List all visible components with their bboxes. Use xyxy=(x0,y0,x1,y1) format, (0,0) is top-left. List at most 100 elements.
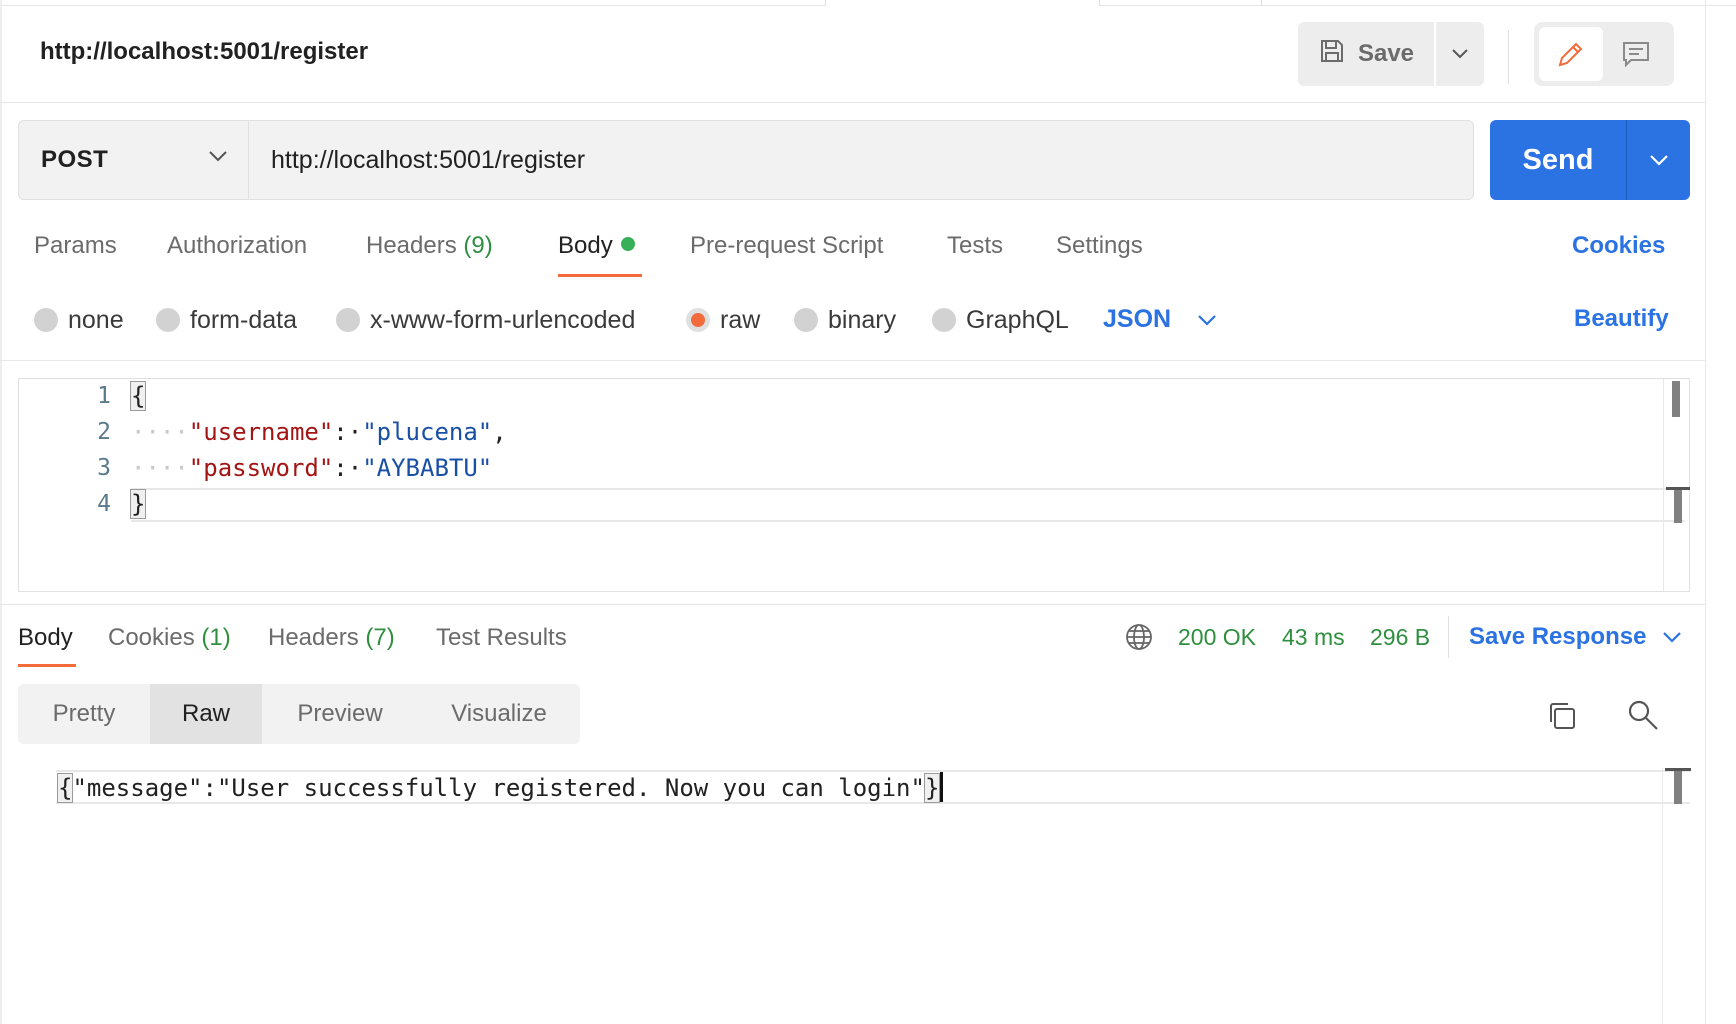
tab-strip-segment[interactable] xyxy=(0,0,826,6)
status-dot xyxy=(620,237,635,251)
language-select[interactable]: JSON xyxy=(1103,305,1217,334)
response-tab-headers[interactable]: Headers (7) xyxy=(268,624,395,652)
cursor-marker xyxy=(1666,487,1690,523)
request-body-editor[interactable]: 1 2 3 4 { ····"username":·"plucena", ···… xyxy=(18,378,1690,592)
save-label: Save xyxy=(1357,40,1415,67)
response-tab-headers-label: Headers xyxy=(268,624,359,651)
language-label: JSON xyxy=(1103,305,1172,333)
radio-circle-selected xyxy=(686,308,710,332)
tab-headers-label: Headers xyxy=(366,232,457,259)
response-time[interactable]: 43 ms xyxy=(1282,624,1345,651)
separator xyxy=(0,102,1706,103)
tab-tests[interactable]: Tests xyxy=(947,232,1003,260)
url-input[interactable]: http://localhost:5001/register xyxy=(271,121,585,199)
cookies-link[interactable]: Cookies xyxy=(1572,232,1665,260)
response-tab-test-results[interactable]: Test Results xyxy=(436,624,567,652)
response-tab-cookies-count: (1) xyxy=(201,624,231,651)
chevron-down-icon xyxy=(1649,155,1668,166)
save-button[interactable]: Save xyxy=(1298,22,1434,86)
json-value: "plucena" xyxy=(362,418,493,446)
comment-mode-button[interactable] xyxy=(1604,27,1668,81)
json-comma: , xyxy=(492,418,507,446)
radio-circle xyxy=(932,308,956,332)
active-tab-indicator xyxy=(558,274,642,277)
radio-none[interactable]: none xyxy=(34,305,124,335)
tab-settings[interactable]: Settings xyxy=(1056,232,1143,260)
tab-authorization[interactable]: Authorization xyxy=(167,232,307,260)
status-code[interactable]: 200 OK xyxy=(1178,624,1256,651)
line-number: 1 xyxy=(97,383,111,409)
search-icon[interactable] xyxy=(1626,698,1660,737)
separator xyxy=(0,604,1706,605)
tab-body[interactable]: Body xyxy=(558,232,635,260)
active-line-highlight xyxy=(131,488,1685,522)
radio-circle xyxy=(336,308,360,332)
cursor-marker xyxy=(1665,768,1691,804)
radio-raw[interactable]: raw xyxy=(686,305,760,335)
json-key: "username" xyxy=(188,418,334,446)
radio-label: GraphQL xyxy=(966,305,1069,334)
view-pretty[interactable]: Pretty xyxy=(18,684,150,744)
json-separator: :· xyxy=(333,418,363,446)
save-response-button[interactable]: Save Response xyxy=(1469,623,1682,651)
save-options-button[interactable] xyxy=(1436,22,1484,86)
request-title[interactable]: http://localhost:5001/register xyxy=(40,38,368,66)
close-brace: } xyxy=(923,773,941,803)
response-size[interactable]: 296 B xyxy=(1370,624,1430,651)
indent-marker: ···· xyxy=(131,454,189,482)
code-line: { xyxy=(129,381,147,411)
code-line: ····"username":·"plucena", xyxy=(131,418,507,446)
response-body[interactable]: {"message":"User successfully registered… xyxy=(56,772,944,803)
method-select[interactable]: POST xyxy=(19,121,249,199)
view-mode-selector: Pretty Raw Preview Visualize xyxy=(18,684,580,744)
tab-pre-request-script[interactable]: Pre-request Script xyxy=(690,232,883,260)
divider xyxy=(1508,30,1509,84)
line-number: 2 xyxy=(97,419,111,445)
radio-circle xyxy=(156,308,180,332)
radio-urlencoded[interactable]: x-www-form-urlencoded xyxy=(336,305,635,335)
send-button[interactable]: Send xyxy=(1490,120,1626,200)
globe-icon[interactable] xyxy=(1124,622,1154,657)
beautify-link[interactable]: Beautify xyxy=(1574,305,1669,333)
open-brace: { xyxy=(56,773,74,803)
radio-graphql[interactable]: GraphQL xyxy=(932,305,1069,335)
edit-mode-button[interactable] xyxy=(1539,27,1603,81)
copy-icon[interactable] xyxy=(1546,700,1578,737)
json-separator: :· xyxy=(333,454,363,482)
send-group: Send xyxy=(1490,120,1690,200)
text-caret xyxy=(940,772,944,802)
chevron-down-icon xyxy=(1198,314,1216,326)
view-visualize[interactable]: Visualize xyxy=(418,684,580,744)
tab-body-label: Body xyxy=(558,232,613,259)
tab-strip xyxy=(0,0,1736,6)
radio-binary[interactable]: binary xyxy=(794,305,896,335)
comment-icon xyxy=(1623,42,1649,68)
active-tab-indicator xyxy=(18,664,76,667)
line-number: 4 xyxy=(97,491,111,517)
tab-headers[interactable]: Headers (9) xyxy=(366,232,493,260)
save-icon xyxy=(1318,37,1346,72)
radio-circle xyxy=(794,308,818,332)
radio-label: x-www-form-urlencoded xyxy=(370,305,636,334)
response-scrollbar[interactable] xyxy=(1662,768,1691,1024)
radio-label: none xyxy=(68,305,124,334)
save-response-label: Save Response xyxy=(1469,623,1647,650)
chevron-down-icon xyxy=(1452,49,1468,59)
response-tab-cookies-label: Cookies xyxy=(108,624,195,651)
response-content: "message":"User successfully registered.… xyxy=(72,774,925,802)
divider xyxy=(1448,616,1449,658)
view-preview[interactable]: Preview xyxy=(262,684,418,744)
tab-strip-segment[interactable] xyxy=(826,0,1100,6)
response-tab-body[interactable]: Body xyxy=(18,624,73,652)
editor-scrollbar[interactable] xyxy=(1663,379,1690,591)
response-tab-cookies[interactable]: Cookies (1) xyxy=(108,624,231,652)
tab-params[interactable]: Params xyxy=(34,232,117,260)
mode-toggle xyxy=(1534,22,1674,86)
tab-strip-segment[interactable] xyxy=(1100,0,1262,6)
url-bar: POST http://localhost:5001/register xyxy=(18,120,1474,200)
send-options-button[interactable] xyxy=(1627,120,1690,200)
view-raw[interactable]: Raw xyxy=(150,684,262,744)
scrollbar-thumb[interactable] xyxy=(1672,381,1680,417)
radio-form-data[interactable]: form-data xyxy=(156,305,297,335)
code-line: } xyxy=(129,489,147,519)
